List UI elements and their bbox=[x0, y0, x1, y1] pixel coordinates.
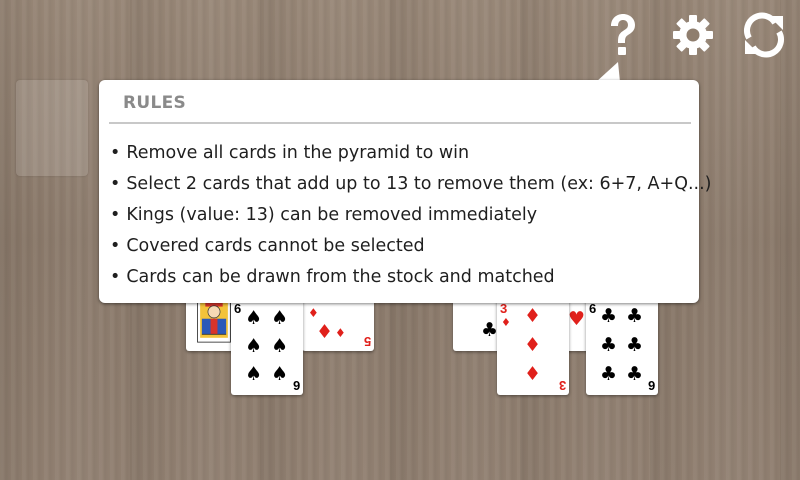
card-six-clubs[interactable]: 6 ♣ ♣ ♣ ♣ ♣ ♣ 6 bbox=[586, 299, 658, 395]
bullet: • bbox=[110, 143, 121, 163]
rules-item-text: Cards can be drawn from the stock and ma… bbox=[126, 267, 555, 287]
rules-dialog: RULES • Remove all cards in the pyramid t… bbox=[99, 80, 711, 303]
settings-button[interactable] bbox=[668, 10, 718, 60]
rules-item-text: Kings (value: 13) can be removed immedia… bbox=[126, 205, 538, 225]
suit-spade-icon: ♠ bbox=[245, 335, 263, 357]
suit-club-icon: ♣ bbox=[626, 305, 644, 327]
suit-spade-icon: ♠ bbox=[245, 363, 263, 385]
rules-title: RULES bbox=[123, 93, 187, 113]
help-button[interactable] bbox=[597, 10, 647, 60]
rules-item: • Select 2 cards that add up to 13 to rem… bbox=[110, 169, 711, 200]
rules-item-text: Covered cards cannot be selected bbox=[126, 236, 425, 256]
restart-button[interactable] bbox=[739, 10, 789, 60]
suit-diamond-icon: ♦ bbox=[501, 316, 511, 329]
rules-item-text: Select 2 cards that add up to 13 to remo… bbox=[126, 174, 712, 194]
suit-diamond-icon: ♦ bbox=[335, 326, 346, 340]
stock-pile[interactable] bbox=[16, 80, 88, 176]
card-three-diamonds[interactable]: 3 ♦ ♦ ♦ ♦ 3 bbox=[497, 299, 569, 395]
card-rank: 3 bbox=[558, 378, 566, 393]
bullet: • bbox=[110, 236, 121, 256]
suit-spade-icon: ♠ bbox=[271, 363, 289, 385]
card-rank: 6 bbox=[234, 301, 242, 316]
suit-heart-icon: ♥ bbox=[568, 308, 586, 330]
suit-spade-icon: ♠ bbox=[271, 335, 289, 357]
suit-club-icon: ♣ bbox=[626, 363, 644, 385]
suit-diamond-icon: ♦ bbox=[524, 305, 542, 327]
rules-item: • Cards can be drawn from the stock and m… bbox=[110, 262, 711, 293]
rules-item: • Covered cards cannot be selected bbox=[110, 231, 711, 262]
bullet: • bbox=[110, 267, 121, 287]
suit-club-icon: ♣ bbox=[600, 363, 618, 385]
suit-spade-icon: ♠ bbox=[245, 307, 263, 329]
card-rank: 5 bbox=[363, 334, 371, 349]
rules-item: • Kings (value: 13) can be removed immedi… bbox=[110, 200, 711, 231]
card-rank: 6 bbox=[647, 378, 655, 393]
rules-item-text: Remove all cards in the pyramid to win bbox=[126, 143, 470, 163]
suit-diamond-icon: ♦ bbox=[524, 363, 542, 385]
bullet: • bbox=[110, 205, 121, 225]
suit-club-icon: ♣ bbox=[600, 305, 618, 327]
question-mark-icon bbox=[611, 14, 635, 55]
card-rank: 6 bbox=[589, 301, 597, 316]
gear-icon bbox=[673, 15, 713, 55]
suit-diamond-icon: ♦ bbox=[308, 306, 319, 320]
refresh-icon bbox=[744, 12, 784, 58]
rules-item: • Remove all cards in the pyramid to win bbox=[110, 138, 711, 169]
suit-diamond-icon: ♦ bbox=[524, 334, 542, 356]
suit-diamond-icon: ♦ bbox=[316, 321, 334, 343]
bullet: • bbox=[110, 174, 121, 194]
rules-pointer bbox=[596, 62, 620, 82]
rules-divider bbox=[109, 122, 691, 124]
suit-spade-icon: ♠ bbox=[271, 307, 289, 329]
suit-club-icon: ♣ bbox=[481, 319, 499, 341]
card-six-spades[interactable]: 6 ♠ ♠ ♠ ♠ ♠ ♠ 6 bbox=[231, 299, 303, 395]
card-rank: 6 bbox=[292, 378, 300, 393]
rules-list: • Remove all cards in the pyramid to win … bbox=[110, 138, 711, 293]
suit-club-icon: ♣ bbox=[600, 334, 618, 356]
suit-club-icon: ♣ bbox=[626, 334, 644, 356]
